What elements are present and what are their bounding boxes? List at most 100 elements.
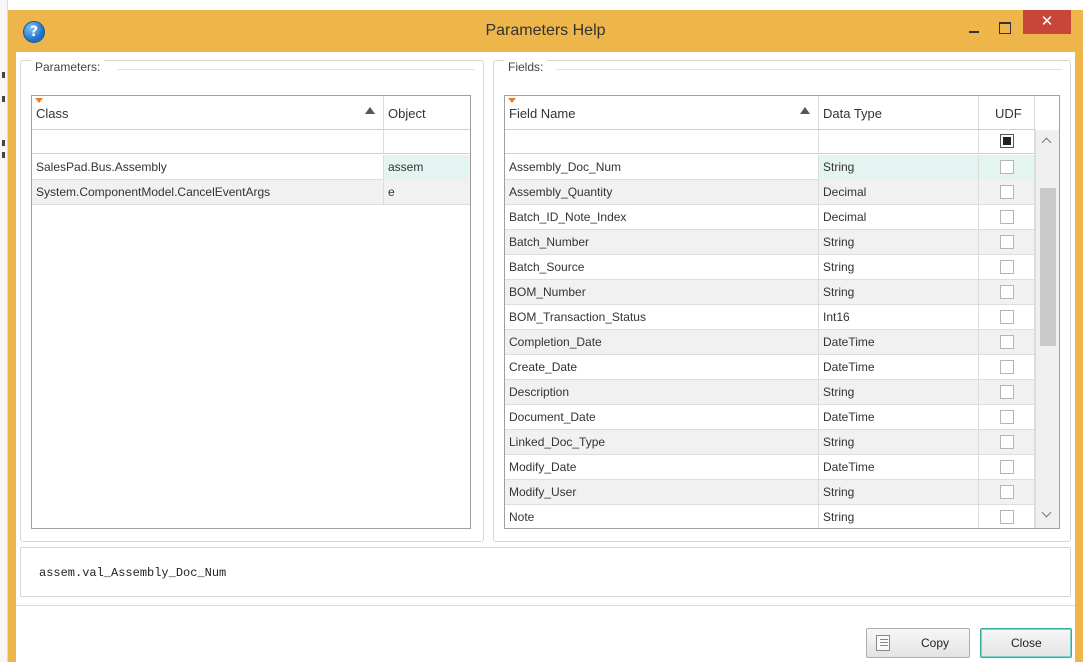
field-name-cell[interactable]: Note — [505, 505, 819, 528]
data-type-cell[interactable]: Int16 — [819, 305, 979, 330]
udf-cell[interactable] — [979, 455, 1035, 480]
maximize-button[interactable] — [991, 17, 1017, 39]
udf-checkbox[interactable] — [1000, 485, 1014, 499]
data-type-cell[interactable]: String — [819, 280, 979, 305]
fields-grid[interactable]: Field Name Data Type UDF Assembly_Doc_Nu… — [504, 95, 1060, 529]
column-header-field-name[interactable]: Field Name — [505, 96, 819, 130]
filter-row[interactable] — [505, 130, 1035, 154]
expression-text[interactable]: assem.val_Assembly_Doc_Num — [39, 566, 226, 580]
udf-checkbox[interactable] — [1000, 460, 1014, 474]
field-name-cell[interactable]: Create_Date — [505, 355, 819, 380]
udf-checkbox[interactable] — [1000, 285, 1014, 299]
udf-cell[interactable] — [979, 155, 1035, 180]
class-filter-input[interactable] — [32, 130, 384, 154]
udf-checkbox[interactable] — [1000, 210, 1014, 224]
field-name-cell[interactable]: BOM_Number — [505, 280, 819, 305]
table-row[interactable]: Batch_Source String — [505, 255, 1035, 280]
data-type-cell[interactable]: String — [819, 230, 979, 255]
udf-cell[interactable] — [979, 480, 1035, 505]
field-name-cell[interactable]: Batch_Source — [505, 255, 819, 280]
table-row[interactable]: Batch_ID_Note_Index Decimal — [505, 205, 1035, 230]
table-row[interactable]: BOM_Transaction_Status Int16 — [505, 305, 1035, 330]
udf-cell[interactable] — [979, 430, 1035, 455]
udf-cell[interactable] — [979, 280, 1035, 305]
data-type-cell[interactable]: String — [819, 380, 979, 405]
field-name-filter-input[interactable] — [505, 130, 819, 154]
udf-cell[interactable] — [979, 380, 1035, 405]
udf-checkbox[interactable] — [1000, 435, 1014, 449]
filter-row[interactable] — [32, 130, 470, 154]
data-type-cell[interactable]: Decimal — [819, 180, 979, 205]
expression-output[interactable]: assem.val_Assembly_Doc_Num — [20, 547, 1071, 597]
data-type-filter-input[interactable] — [819, 130, 979, 154]
scrollbar-thumb[interactable] — [1040, 188, 1056, 346]
class-cell[interactable]: SalesPad.Bus.Assembly — [32, 155, 384, 180]
field-name-cell[interactable]: Assembly_Doc_Num — [505, 155, 819, 180]
table-row[interactable]: Modify_Date DateTime — [505, 455, 1035, 480]
field-name-cell[interactable]: Batch_ID_Note_Index — [505, 205, 819, 230]
close-button[interactable]: Close — [980, 628, 1072, 658]
data-type-cell[interactable]: DateTime — [819, 455, 979, 480]
udf-checkbox[interactable] — [1000, 510, 1014, 524]
class-cell[interactable]: System.ComponentModel.CancelEventArgs — [32, 180, 384, 205]
field-name-cell[interactable]: BOM_Transaction_Status — [505, 305, 819, 330]
column-header-udf[interactable]: UDF — [979, 96, 1035, 130]
data-type-cell[interactable]: DateTime — [819, 355, 979, 380]
scroll-down-icon[interactable] — [1036, 506, 1059, 524]
udf-checkbox[interactable] — [1000, 160, 1014, 174]
data-type-cell[interactable]: Decimal — [819, 205, 979, 230]
table-row[interactable]: Completion_Date DateTime — [505, 330, 1035, 355]
data-type-cell[interactable]: String — [819, 480, 979, 505]
udf-cell[interactable] — [979, 180, 1035, 205]
field-name-cell[interactable]: Modify_User — [505, 480, 819, 505]
table-row[interactable]: Description String — [505, 380, 1035, 405]
udf-cell[interactable] — [979, 505, 1035, 528]
data-type-cell[interactable]: String — [819, 430, 979, 455]
object-cell[interactable]: e — [384, 180, 470, 205]
title-bar[interactable]: ? Parameters Help ✕ — [16, 10, 1075, 52]
column-header-class[interactable]: Class — [32, 96, 384, 130]
udf-checkbox[interactable] — [1000, 335, 1014, 349]
udf-cell[interactable] — [979, 255, 1035, 280]
parameters-grid[interactable]: Class Object SalesPad.Bus.Assembly assem… — [31, 95, 471, 529]
data-type-cell[interactable]: DateTime — [819, 330, 979, 355]
table-row[interactable]: Create_Date DateTime — [505, 355, 1035, 380]
table-row[interactable]: Modify_User String — [505, 480, 1035, 505]
field-name-cell[interactable]: Assembly_Quantity — [505, 180, 819, 205]
data-type-cell[interactable]: String — [819, 505, 979, 528]
data-type-cell[interactable]: String — [819, 255, 979, 280]
column-header-data-type[interactable]: Data Type — [819, 96, 979, 130]
data-type-cell[interactable]: DateTime — [819, 405, 979, 430]
udf-filter-checkbox[interactable] — [1000, 134, 1014, 148]
udf-checkbox[interactable] — [1000, 260, 1014, 274]
udf-checkbox[interactable] — [1000, 385, 1014, 399]
table-row[interactable]: Linked_Doc_Type String — [505, 430, 1035, 455]
table-row[interactable]: System.ComponentModel.CancelEventArgs e — [32, 180, 470, 205]
scroll-up-icon[interactable] — [1036, 134, 1059, 152]
filter-icon[interactable] — [508, 98, 516, 103]
table-row[interactable]: BOM_Number String — [505, 280, 1035, 305]
table-row[interactable]: Document_Date DateTime — [505, 405, 1035, 430]
filter-icon[interactable] — [35, 98, 43, 103]
udf-checkbox[interactable] — [1000, 310, 1014, 324]
field-name-cell[interactable]: Description — [505, 380, 819, 405]
udf-cell[interactable] — [979, 330, 1035, 355]
udf-filter-checkbox-cell[interactable] — [979, 130, 1035, 154]
field-name-cell[interactable]: Linked_Doc_Type — [505, 430, 819, 455]
vertical-scrollbar[interactable] — [1035, 130, 1059, 528]
field-name-cell[interactable]: Document_Date — [505, 405, 819, 430]
udf-cell[interactable] — [979, 305, 1035, 330]
udf-checkbox[interactable] — [1000, 410, 1014, 424]
field-name-cell[interactable]: Completion_Date — [505, 330, 819, 355]
udf-cell[interactable] — [979, 205, 1035, 230]
udf-cell[interactable] — [979, 355, 1035, 380]
column-header-object[interactable]: Object — [384, 96, 470, 130]
udf-cell[interactable] — [979, 405, 1035, 430]
table-row[interactable]: Assembly_Quantity Decimal — [505, 180, 1035, 205]
close-window-button[interactable]: ✕ — [1023, 10, 1071, 34]
data-type-cell[interactable]: String — [819, 155, 979, 180]
object-cell[interactable]: assem — [384, 155, 470, 180]
field-name-cell[interactable]: Modify_Date — [505, 455, 819, 480]
table-row[interactable]: Batch_Number String — [505, 230, 1035, 255]
udf-checkbox[interactable] — [1000, 185, 1014, 199]
